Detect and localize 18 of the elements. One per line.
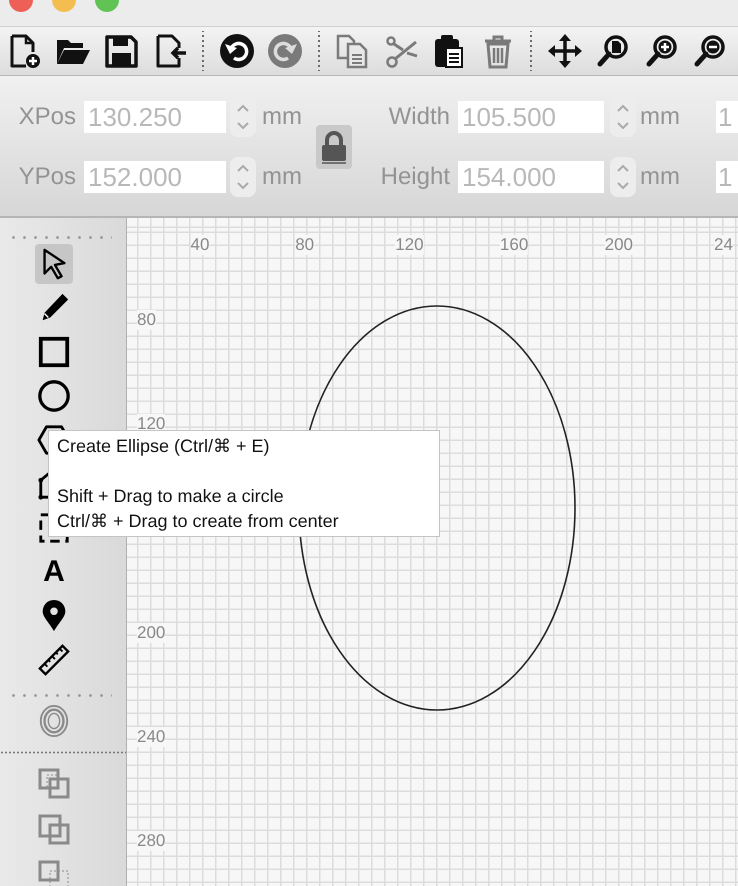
ruler-label: 120 [395,235,424,255]
unit-label: mm [640,103,681,131]
unit-label: mm [262,103,303,131]
ruler-label: 200 [137,622,166,643]
ruler-label: 40 [190,235,210,255]
ruler-label: 80 [137,310,156,330]
field-label: YPos [18,163,77,191]
ruler-label: 240 [137,726,166,747]
ruler-label: 280 [137,831,166,851]
ruler-label: 160 [500,235,528,255]
unit-label: mm [262,163,303,191]
field-label: Height [380,163,451,191]
ruler-label: 80 [295,235,314,255]
ruler-label: 24 [714,235,733,255]
ruler-label: 200 [604,235,633,255]
field-label: Width [388,103,451,131]
unit-label: mm [640,163,681,191]
field-label: XPos [18,103,77,131]
